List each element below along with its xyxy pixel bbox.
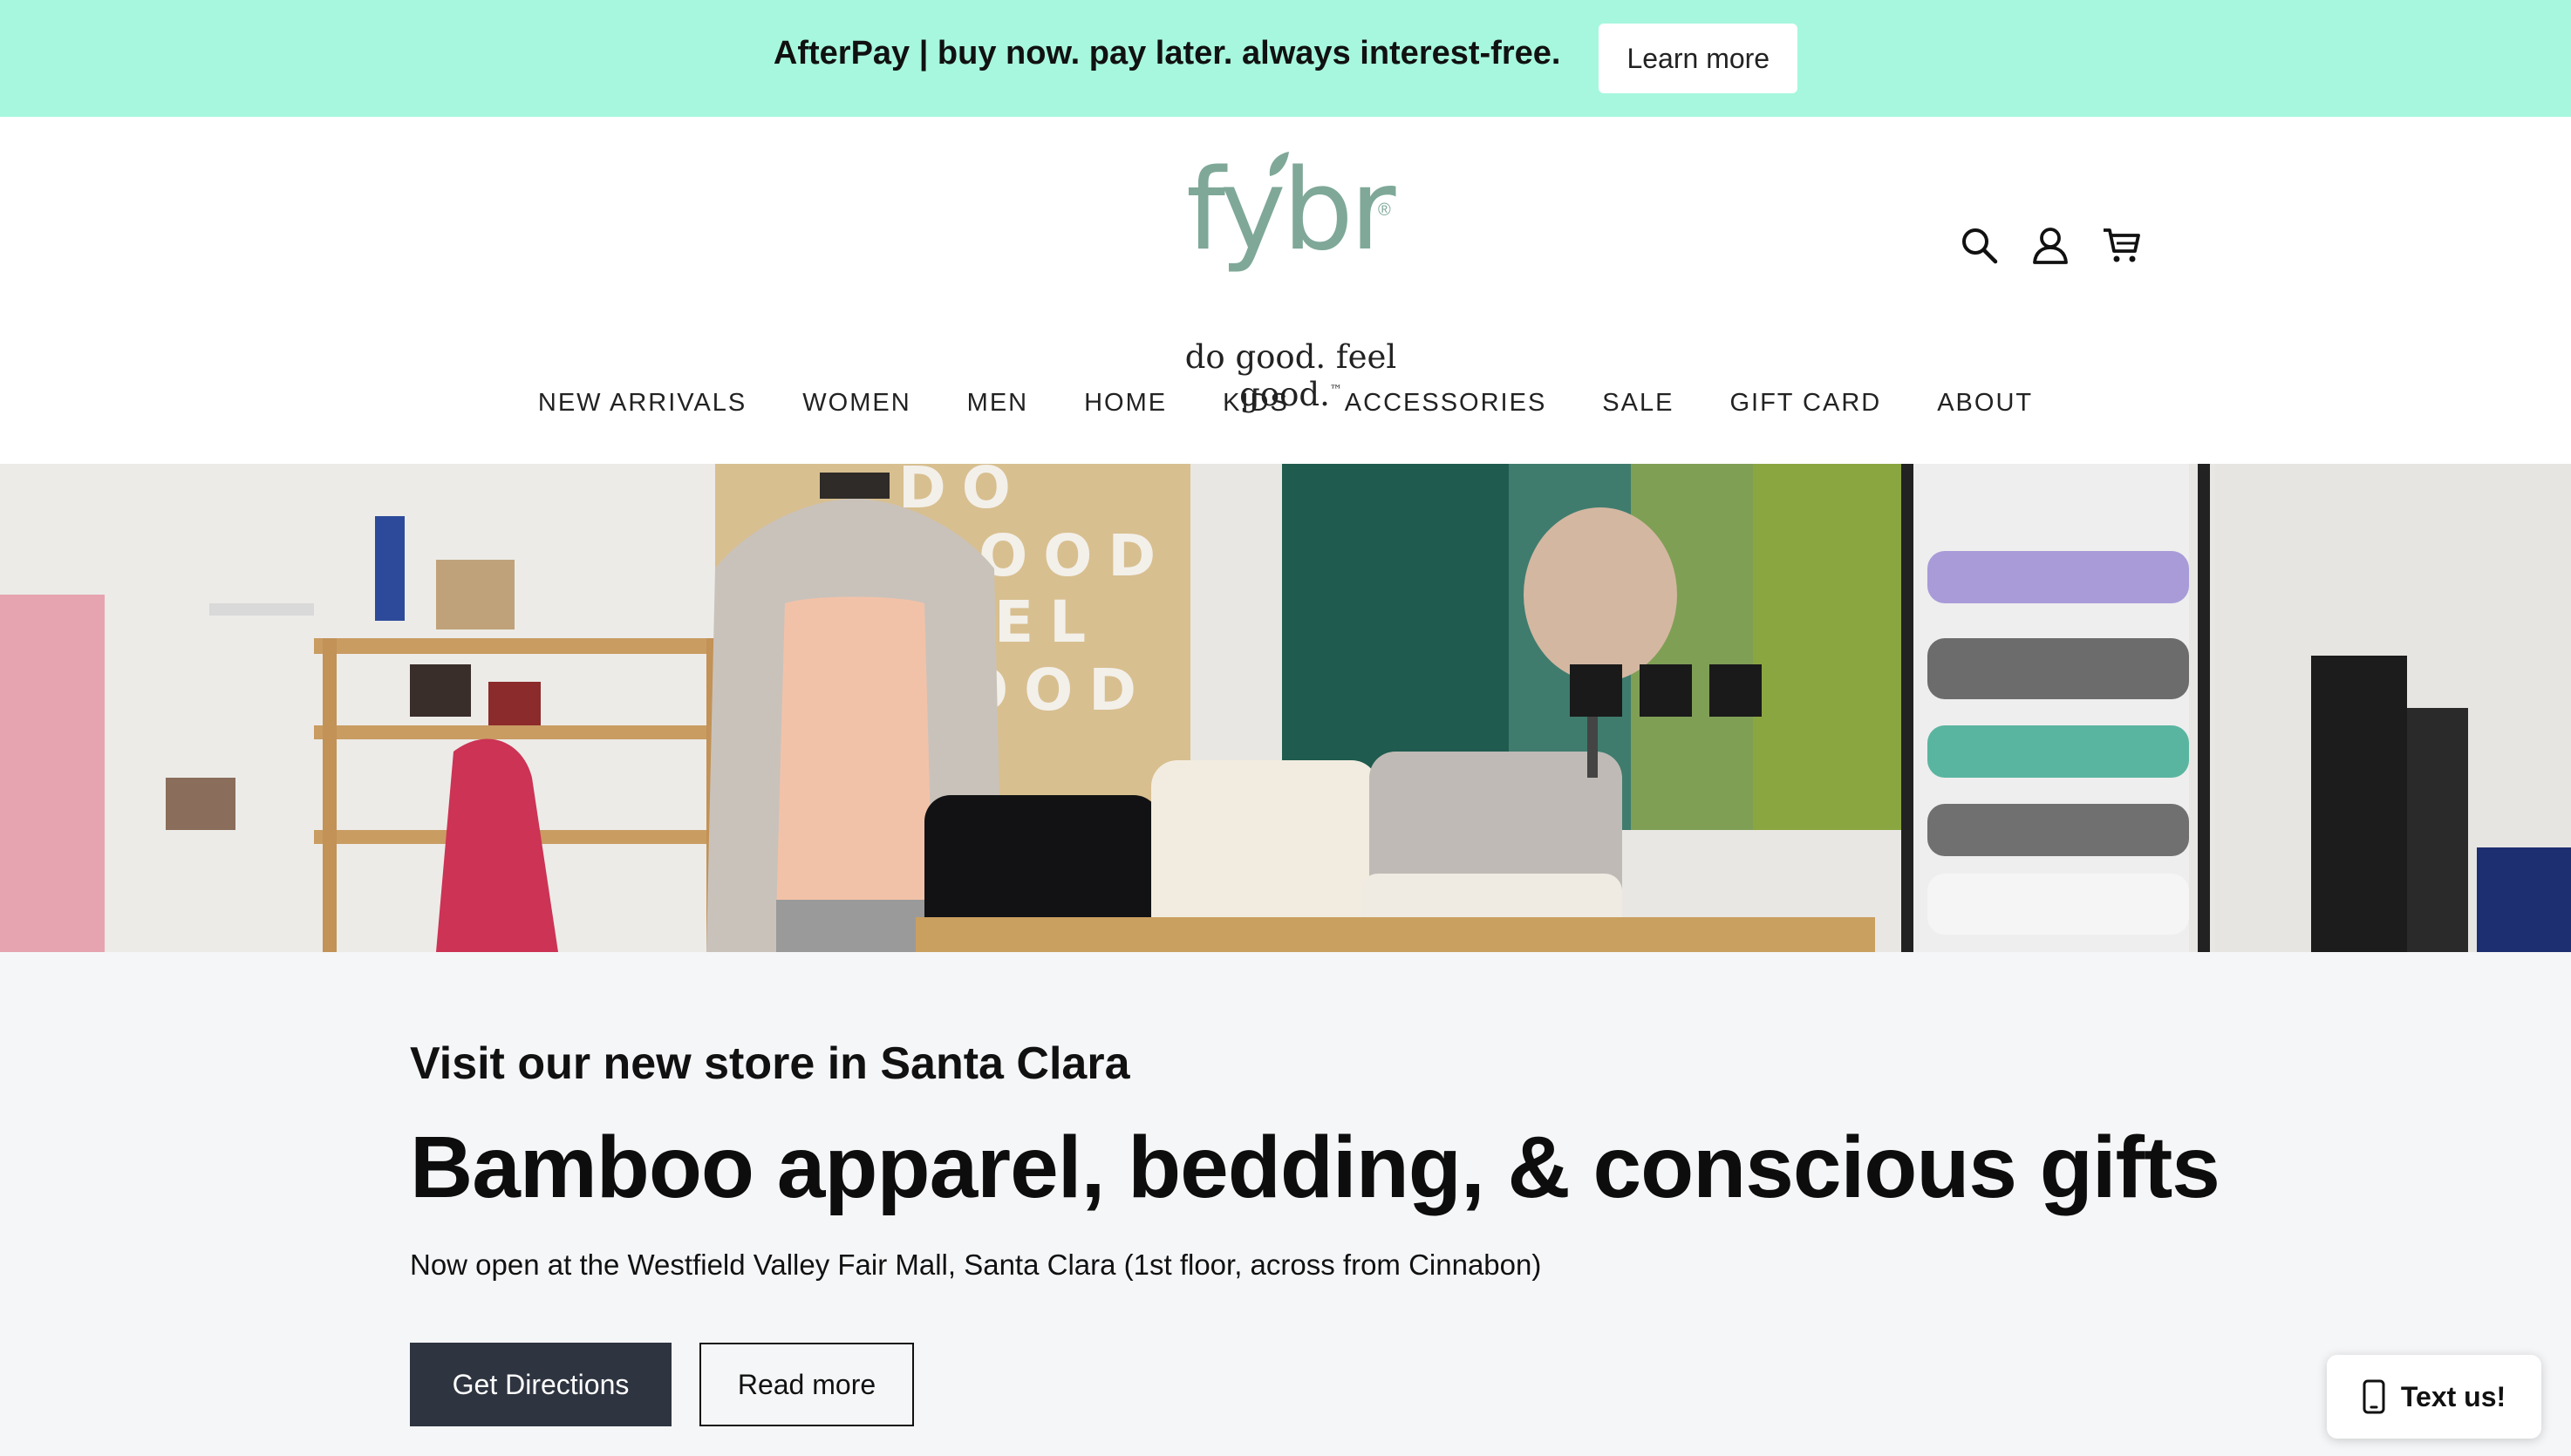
site-header: fybr ® do good. feel good.™ NEW ARRIVALS… xyxy=(0,117,2571,464)
nav-item-new-arrivals[interactable]: NEW ARRIVALS xyxy=(538,389,747,418)
nav-item-women[interactable]: WOMEN xyxy=(802,389,910,418)
svg-text:EL: EL xyxy=(994,589,1101,656)
cart-icon[interactable] xyxy=(2102,225,2142,265)
main-nav: NEW ARRIVALS WOMEN MEN HOME KIDS ACCESSO… xyxy=(0,389,2571,418)
text-us-label: Text us! xyxy=(2400,1380,2506,1412)
logo[interactable]: fybr ® do good. feel good.™ xyxy=(1142,152,1439,413)
leaf-icon xyxy=(1269,152,1289,176)
header-icons xyxy=(1959,225,2142,265)
text-us-widget[interactable]: Text us! xyxy=(2327,1355,2541,1439)
registered-mark: ® xyxy=(1378,201,1391,220)
nav-item-about[interactable]: ABOUT xyxy=(1937,389,2033,418)
nav-item-home[interactable]: HOME xyxy=(1084,389,1167,418)
learn-more-button[interactable]: Learn more xyxy=(1599,24,1798,93)
promo-bar: AfterPay | buy now. pay later. always in… xyxy=(0,0,2571,117)
account-icon[interactable] xyxy=(2030,225,2070,265)
search-icon[interactable] xyxy=(1959,225,1999,265)
promo-text: AfterPay | buy now. pay later. always in… xyxy=(773,34,1561,71)
nav-item-kids[interactable]: KIDS xyxy=(1223,389,1289,418)
store-interior-illustration: DO GOOD EL OOD xyxy=(0,464,2571,952)
phone-icon xyxy=(2363,1379,2385,1414)
subheading: Now open at the Westfield Valley Fair Ma… xyxy=(410,1248,1542,1281)
nav-item-men[interactable]: MEN xyxy=(967,389,1028,418)
get-directions-button[interactable]: Get Directions xyxy=(410,1343,672,1426)
nav-item-gift-card[interactable]: GIFT CARD xyxy=(1729,389,1881,418)
headline: Bamboo apparel, bedding, & conscious gif… xyxy=(410,1119,2220,1216)
nav-item-accessories[interactable]: ACCESSORIES xyxy=(1345,389,1547,418)
hero-store-image: DO GOOD EL OOD xyxy=(0,464,2571,952)
nav-item-sale[interactable]: SALE xyxy=(1602,389,1674,418)
kicker-heading: Visit our new store in Santa Clara xyxy=(410,1038,1130,1089)
read-more-button[interactable]: Read more xyxy=(699,1343,914,1426)
